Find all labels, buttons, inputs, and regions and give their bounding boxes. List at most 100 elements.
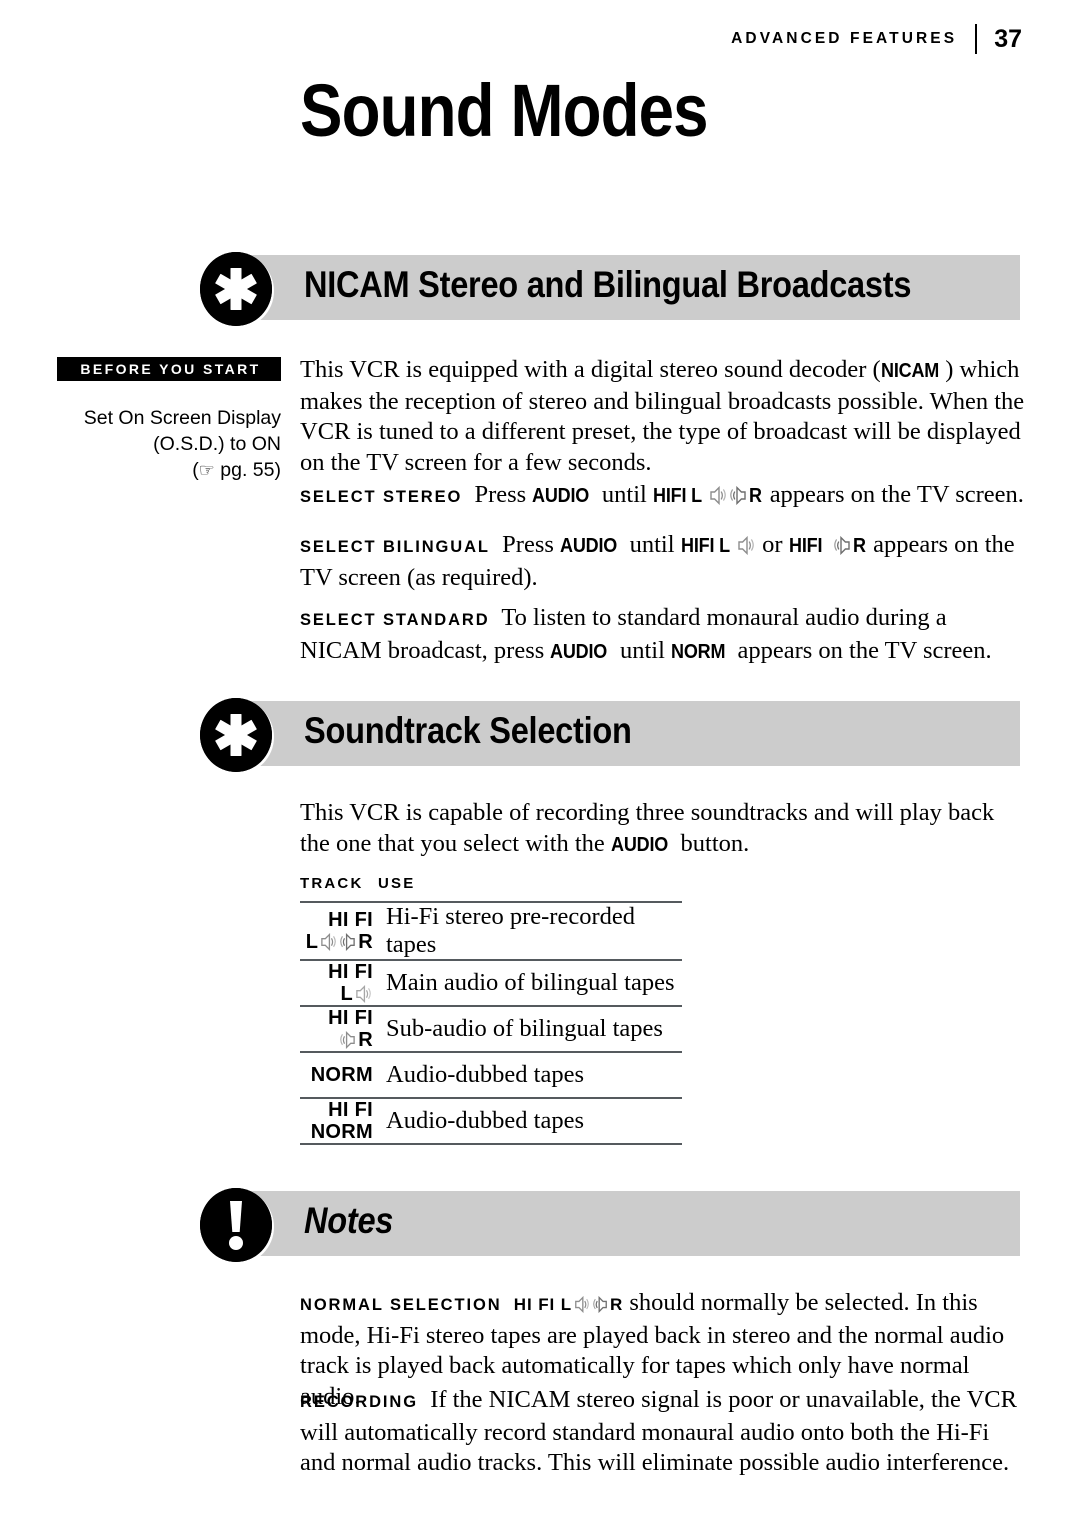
track-norm-label: NORM (310, 1121, 373, 1143)
left-channel-indicator: L (340, 983, 353, 1005)
before-you-start-line-1: Set On Screen Display (83, 407, 281, 429)
hifi-indicator: HIFI (788, 535, 822, 557)
table-row: HI FI LR Hi-Fi stereo pre-recorded tapes (300, 901, 682, 959)
before-you-start-line-3: (☞ pg. 55) (40, 457, 281, 484)
right-channel-indicator: R (358, 931, 373, 953)
page-title: Sound Modes (300, 69, 709, 152)
exclamation-icon (200, 1188, 272, 1262)
select-bilingual-text: SELECT BILINGUAL Press AUDIO until HIFI … (300, 530, 1030, 593)
speaker-left-facing-icon (340, 933, 356, 951)
note-recording-text: RECORDING If the NICAM stereo signal is … (300, 1385, 1030, 1479)
asterisk-icon (200, 698, 272, 772)
stereo-text-1: Press (474, 481, 533, 508)
pointing-hand-icon: ☞ (198, 460, 215, 481)
column-header-track: TRACK (300, 875, 364, 892)
table-header-row: TRACK USE (300, 875, 682, 901)
use-cell: Main audio of bilingual tapes (386, 969, 675, 996)
audio-button-term: AUDIO (532, 485, 590, 507)
column-header-use: USE (378, 875, 416, 892)
section-banner-nicam: NICAM Stereo and Bilingual Broadcasts (200, 252, 1020, 326)
select-standard-label: SELECT STANDARD (300, 611, 490, 629)
bilingual-text-2: until (623, 531, 681, 558)
select-bilingual-label: SELECT BILINGUAL (300, 538, 490, 556)
track-hifi-label: HI FI (328, 1099, 373, 1121)
section-banner-notes: Notes (200, 1188, 1020, 1262)
asterisk-icon (200, 252, 272, 326)
track-cell: NORM (300, 1064, 382, 1086)
section-heading-soundtrack: Soundtrack Selection (304, 710, 632, 752)
before-you-start-line-2: (O.S.D.) to ON (153, 433, 281, 455)
nicam-intro-part-a: This VCR is equipped with a digital ster… (300, 356, 881, 383)
bilingual-text-3: or (756, 531, 789, 558)
select-stereo-paragraph: SELECT STEREO Press AUDIO until HIFI LR … (300, 480, 1030, 513)
section-heading-nicam: NICAM Stereo and Bilingual Broadcasts (304, 264, 912, 306)
track-hifi-label: HI FI (328, 909, 373, 931)
right-channel-indicator: R (610, 1295, 624, 1314)
section-heading-notes: Notes (304, 1200, 394, 1242)
speaker-left-facing-icon (340, 1031, 356, 1049)
hifi-l-indicator: HIFI L (652, 485, 702, 507)
track-channel-line: R (300, 1029, 373, 1051)
track-cell: HI FI R (300, 1007, 382, 1051)
section-banner-soundtrack: Soundtrack Selection (200, 698, 1020, 772)
select-stereo-text: SELECT STEREO Press AUDIO until HIFI LR … (300, 480, 1030, 513)
standard-text-2: until (613, 636, 672, 664)
hifi-l-indicator: HI FI L (513, 1295, 573, 1314)
speaker-right-facing-icon (737, 536, 754, 555)
speaker-right-facing-icon (574, 1296, 589, 1313)
speaker-left-facing-icon (730, 486, 747, 505)
use-cell: Sub-audio of bilingual tapes (386, 1015, 663, 1042)
use-cell: Hi-Fi stereo pre-recorded tapes (386, 903, 635, 958)
select-standard-text: SELECT STANDARD To listen to standard mo… (300, 603, 1030, 667)
track-hifi-label: HI FI (328, 1007, 373, 1029)
right-channel-indicator: R (852, 535, 866, 557)
nicam-intro-text: This VCR is equipped with a digital ster… (300, 355, 1030, 478)
table-row: HI FI NORM Audio-dubbed tapes (300, 1097, 682, 1143)
normal-selection-label: NORMAL SELECTION (300, 1296, 502, 1314)
standard-text-3: appears on the TV screen. (731, 636, 992, 664)
nicam-term: NICAM (880, 360, 939, 382)
page-running-header: ADVANCED FEATURES 37 (731, 22, 1022, 56)
before-you-start-note: Set On Screen Display (O.S.D.) to ON (☞ … (40, 405, 281, 484)
speaker-left-facing-icon (833, 536, 851, 555)
nicam-intro-paragraph: This VCR is equipped with a digital ster… (300, 355, 1030, 478)
page-number: 37 (994, 24, 1022, 53)
soundtrack-intro-paragraph: This VCR is capable of recording three s… (300, 798, 1030, 860)
speaker-left-facing-icon (593, 1296, 608, 1313)
track-channel-line: LR (300, 931, 373, 953)
soundtrack-intro-text: This VCR is capable of recording three s… (300, 798, 1030, 860)
speaker-right-facing-icon (709, 486, 727, 505)
track-cell: HI FI L (300, 961, 382, 1005)
before-you-start-tag: BEFORE YOU START (57, 357, 281, 381)
soundtrack-intro-part-b: button. (674, 829, 750, 857)
table-row: NORM Audio-dubbed tapes (300, 1051, 682, 1097)
track-cell: HI FI NORM (300, 1099, 382, 1143)
stereo-text-2: until (595, 481, 653, 508)
table-row: HI FI L Main audio of bilingual tapes (300, 959, 682, 1005)
track-cell: HI FI LR (300, 909, 382, 953)
note-recording: RECORDING If the NICAM stereo signal is … (300, 1385, 1030, 1479)
track-hifi-label: HI FI (328, 961, 373, 983)
audio-button-term: AUDIO (610, 833, 669, 856)
audio-button-term: AUDIO (560, 535, 618, 557)
track-norm-label: NORM (310, 1064, 373, 1086)
table-bottom-rule (300, 1143, 682, 1145)
recording-label: RECORDING (300, 1393, 418, 1411)
select-standard-paragraph: SELECT STANDARD To listen to standard mo… (300, 603, 1030, 667)
select-stereo-label: SELECT STEREO (300, 488, 463, 506)
speaker-right-facing-icon (320, 933, 337, 951)
left-channel-indicator: L (305, 931, 319, 953)
hifi-l-indicator: HIFI L (680, 535, 730, 557)
bilingual-text-1: Press (502, 531, 561, 558)
stereo-text-3: appears on the TV screen. (763, 481, 1024, 508)
right-channel-indicator: R (749, 485, 763, 507)
table-row: HI FI R Sub-audio of bilingual tapes (300, 1005, 682, 1051)
speaker-right-facing-icon (355, 985, 371, 1003)
audio-button-term: AUDIO (550, 640, 608, 663)
track-channel-line: L (300, 983, 373, 1005)
right-channel-indicator: R (358, 1029, 373, 1051)
page-reference: pg. 55 (214, 459, 275, 481)
norm-indicator: NORM (671, 640, 726, 663)
use-cell: Audio-dubbed tapes (386, 1107, 584, 1134)
select-bilingual-paragraph: SELECT BILINGUAL Press AUDIO until HIFI … (300, 530, 1030, 593)
